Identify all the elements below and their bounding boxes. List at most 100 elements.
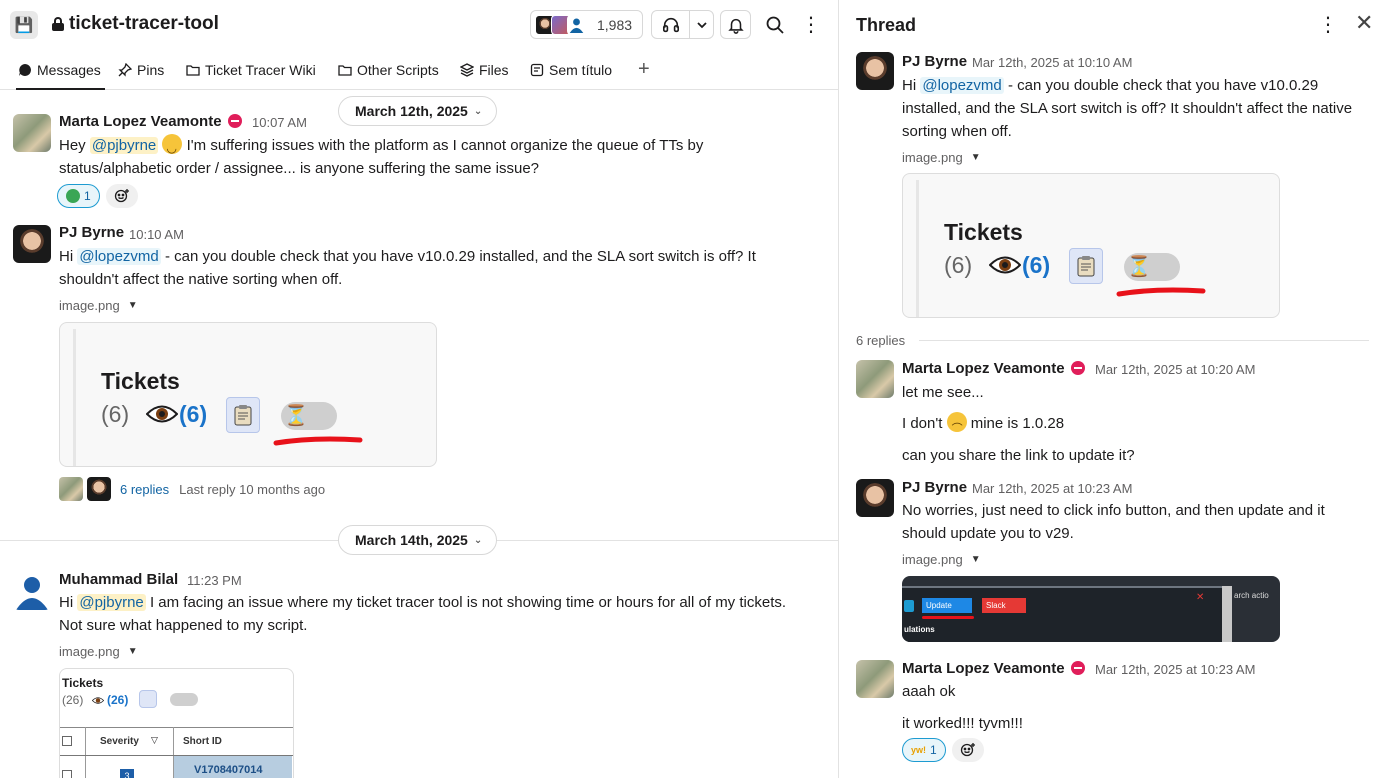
eye-icon [989,256,1021,274]
caret-down-icon: ▼ [970,554,981,565]
message-time[interactable]: 11:23 PM [187,573,242,588]
select-all-checkbox [62,736,72,746]
message-author[interactable]: PJ Byrne [902,479,967,496]
tab-label: Ticket Tracer Wiki [205,62,316,78]
close-icon[interactable]: ✕ [1355,10,1373,36]
message-author[interactable]: Marta Lopez Veamonte [902,360,1065,377]
date-divider[interactable]: March 14th, 2025 ⌄ [338,525,498,555]
message-author[interactable]: PJ Byrne [59,224,124,241]
message-author[interactable]: PJ Byrne [902,53,967,70]
date-divider[interactable]: March 12th, 2025 ⌄ [338,96,498,126]
message-text: can you share the link to update it? [902,447,1135,464]
avatar[interactable] [856,360,894,398]
file-label[interactable]: image.png ▼ [59,644,138,659]
avatar[interactable] [13,225,51,263]
reaction-pill[interactable]: yw! 1 [902,738,946,762]
add-reaction-icon[interactable] [105,184,138,208]
message-text: Hi @pjbyrne I am facing an issue where m… [59,591,834,637]
file-label[interactable]: image.png ▼ [902,552,981,567]
thread-title: Thread [856,15,917,35]
avatar[interactable] [13,114,51,152]
tab-label: Files [479,62,509,78]
reaction-pill[interactable]: 1 [57,184,100,208]
message-time[interactable]: Mar 12th, 2025 at 10:23 AM [972,481,1132,496]
money-emoji-icon [66,189,80,203]
tab-ticket-tracer-wiki[interactable]: Ticket Tracer Wiki [186,62,316,78]
avatar[interactable] [13,572,51,610]
search-icon[interactable] [759,10,790,39]
message-time[interactable]: 10:10 AM [129,227,184,242]
add-reaction-icon[interactable] [951,738,984,762]
thread-replies-summary[interactable]: 6 replies Last reply 10 months ago [59,477,325,501]
image-dialog [902,586,1222,642]
file-name: image.png [902,150,963,165]
avatar[interactable] [856,52,894,90]
message-author[interactable]: Marta Lopez Veamonte [59,113,222,130]
avatar[interactable] [856,479,894,517]
message-time[interactable]: 10:07 AM [252,115,307,130]
user-mention[interactable]: @lopezvmd [920,77,1004,94]
do-not-disturb-icon [1071,661,1085,675]
tab-pins[interactable]: Pins [118,62,164,78]
tab-other-scripts[interactable]: Other Scripts [338,62,439,78]
text-fragment: Not sure what happened to my script. [59,617,308,634]
channel-header: 💾 ticket-tracer-tool 1,983 ⋮ [0,0,838,50]
canvas-icon [530,63,544,77]
clipboard-icon [139,690,157,708]
pin-icon [118,63,132,77]
avatar[interactable] [856,660,894,698]
text-fragment: mine is 1.0.28 [966,415,1065,432]
clipboard-icon [226,397,260,433]
message-time[interactable]: Mar 12th, 2025 at 10:23 AM [1095,662,1255,677]
more-options-icon[interactable]: ⋮ [800,10,822,39]
file-label[interactable]: image.png ▼ [902,150,981,165]
members-button[interactable]: 1,983 [530,10,643,39]
floppy-disk-icon[interactable]: 💾 [10,11,38,39]
huddle-button[interactable] [651,10,714,39]
chevron-down-icon[interactable] [690,19,713,31]
red-underline-mark [922,616,974,619]
user-mention[interactable]: @pjbyrne [77,594,146,611]
file-label[interactable]: image.png ▼ [59,298,138,313]
sla-toggle [170,693,198,706]
file-name: image.png [59,298,120,313]
replies-link[interactable]: 6 replies [120,482,169,497]
bell-icon[interactable] [720,10,751,39]
slack-app: 💾 ticket-tracer-tool 1,983 ⋮ Messages Pi… [0,0,1384,778]
folder-icon [186,65,200,76]
text-fragment: No worries, just need to click info butt… [902,502,1325,519]
image-attachment[interactable]: Tickets (6) (6) ⏳ [59,322,437,467]
headphones-icon[interactable] [652,11,690,38]
red-underline-mark [1116,287,1206,297]
tab-sem-titulo[interactable]: Sem título [530,62,612,78]
channel-name[interactable]: ticket-tracer-tool [69,13,219,35]
image-attachment[interactable]: Tickets (6) (6) ⏳ [902,173,1280,318]
image-blue-count: (26) [107,693,129,707]
user-mention[interactable]: @pjbyrne [89,137,159,154]
image-attachment[interactable]: Tickets (26) (26) Severity ▽ Short ID 3 … [59,668,294,778]
tab-files[interactable]: Files [460,62,509,78]
hourglass-icon: ⏳ [283,405,309,427]
message-author[interactable]: Muhammad Bilal [59,571,178,588]
text-fragment: - can you double check that you have v10… [1003,77,1319,94]
message-time[interactable]: Mar 12th, 2025 at 10:10 AM [972,55,1132,70]
message-author[interactable]: Marta Lopez Veamonte [902,660,1065,677]
tab-messages[interactable]: Messages [16,62,105,90]
default-user-icon [16,577,48,610]
chevron-down-icon: ⌄ [473,534,483,546]
add-tab-icon[interactable]: + [638,58,650,81]
user-mention[interactable]: @lopezvmd [77,248,161,265]
image-attachment[interactable]: Update Slack ulations ✕ arch actio [902,576,1280,642]
divider [919,340,1369,341]
image-tickets-title: Tickets [101,368,180,394]
message-time[interactable]: Mar 12th, 2025 at 10:20 AM [1095,362,1255,377]
image-border [73,329,76,466]
more-options-icon[interactable]: ⋮ [1318,12,1338,37]
avatar [87,477,111,501]
filter-icon: ▽ [151,735,158,745]
text-fragment: shouldn't affect the native sorting when… [59,271,343,288]
disappointed-emoji-icon [946,412,967,441]
image-scrollbar [1222,586,1232,642]
image-tickets-title: Tickets [944,219,1023,245]
text-fragment: should update you to v29. [902,525,1074,542]
